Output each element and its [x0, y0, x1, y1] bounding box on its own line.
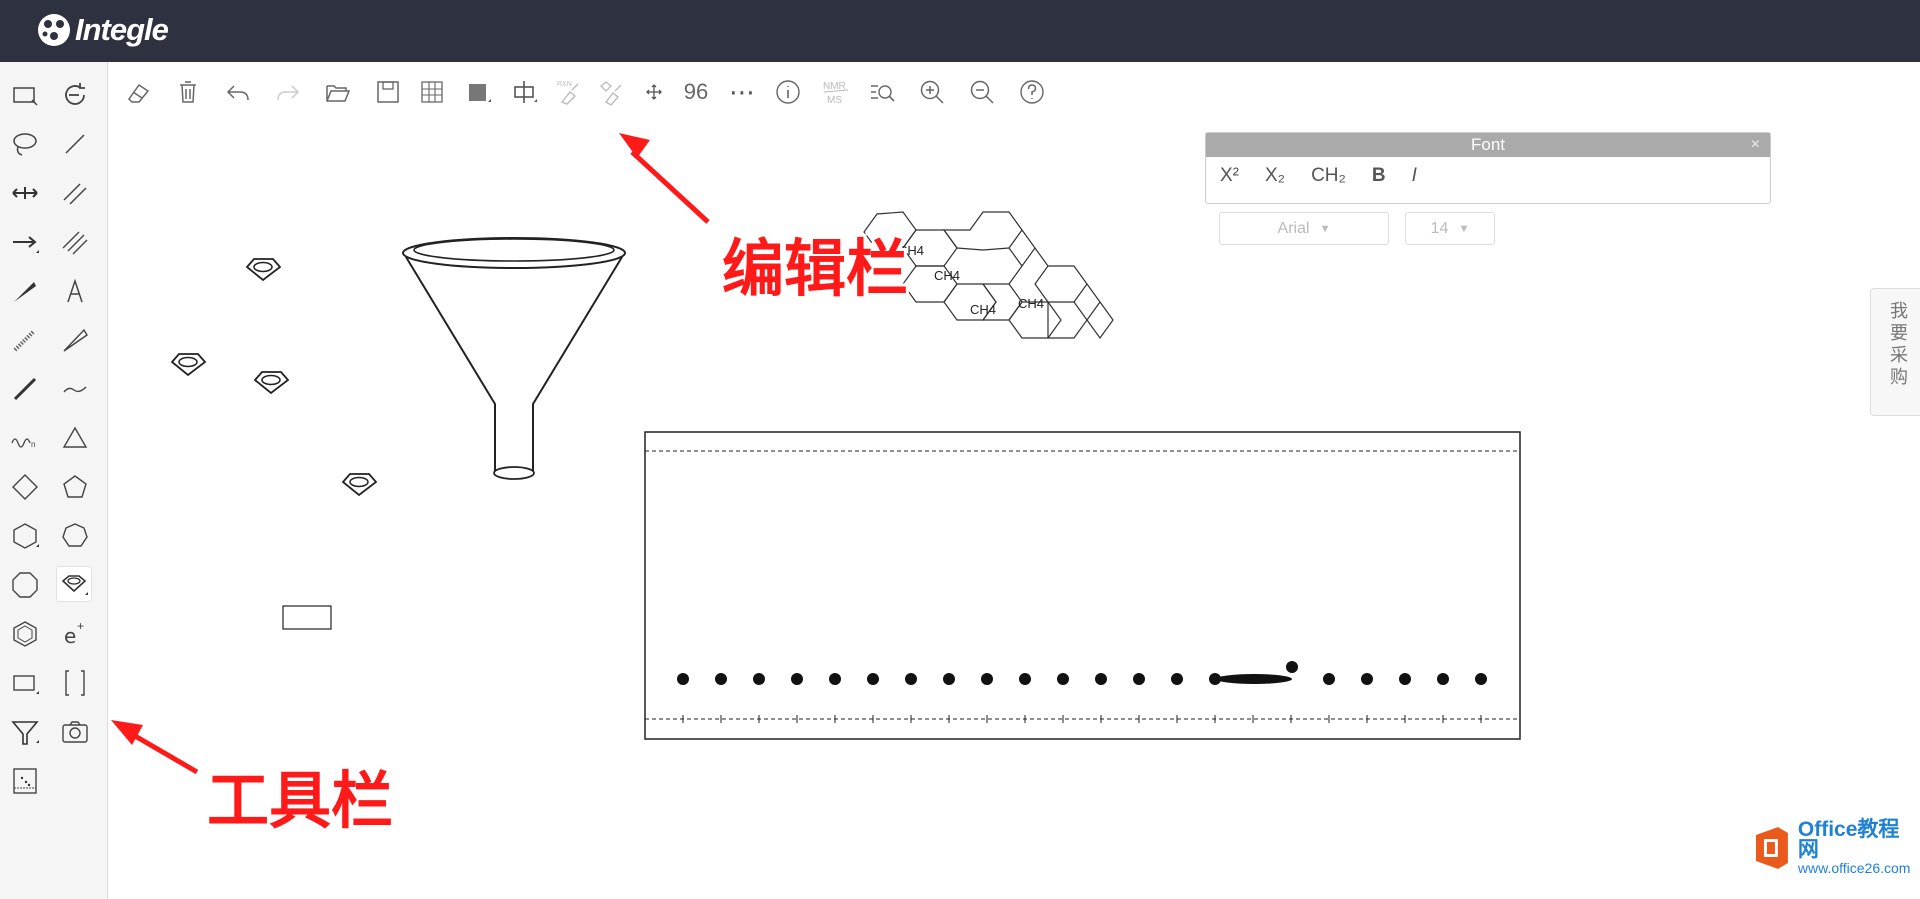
office-logo-icon [1755, 827, 1788, 869]
toolbar-annotation: 工具栏 [207, 764, 394, 837]
watermark-brand: Office教程网 [1797, 818, 1900, 861]
watermark-url: www.office26.com [1797, 860, 1911, 876]
editbar-annotation: 编辑栏 [722, 232, 909, 305]
watermark: Office教程网 www.office26.com [1752, 818, 1920, 876]
